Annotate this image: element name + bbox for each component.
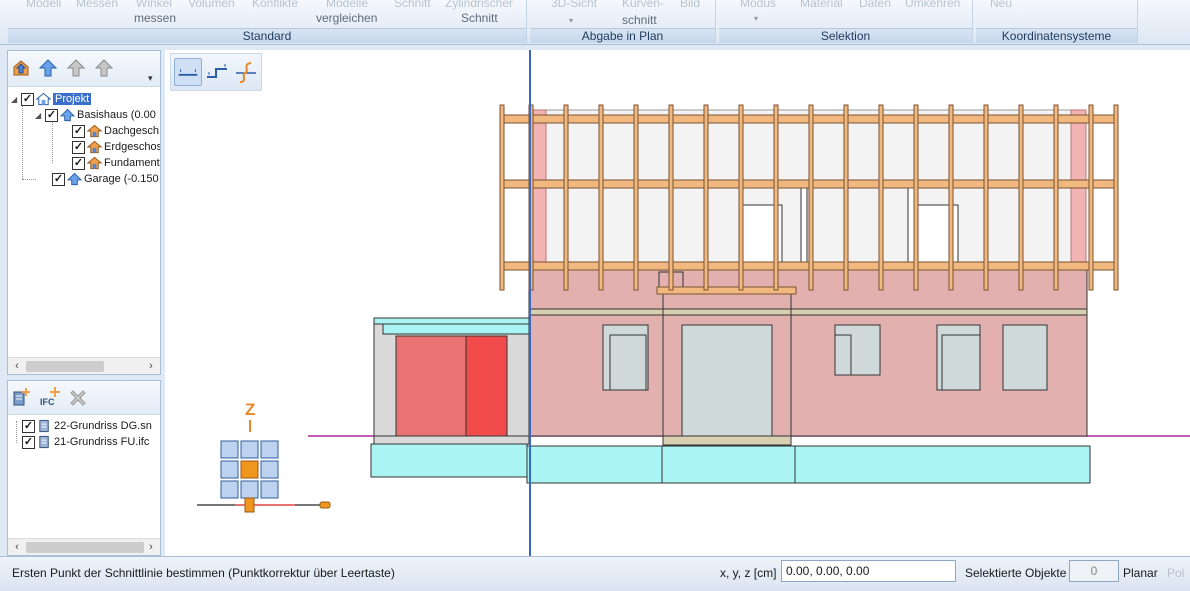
group-title-koordinaten: Koordinatensysteme	[976, 28, 1137, 43]
rafter	[563, 104, 569, 291]
group-selektion: Selektion	[719, 0, 973, 45]
view-cube[interactable]: Z	[195, 400, 335, 514]
plus-icon	[50, 387, 60, 397]
scroll-left-icon[interactable]: ‹	[9, 539, 25, 556]
group-koordinaten: Koordinatensysteme	[976, 0, 1138, 45]
tree-item-erdgeschoss[interactable]: ✓ Erdgeschos	[72, 139, 160, 155]
file-item[interactable]: ✓ 22-Grundriss DG.sn	[22, 418, 152, 434]
tree-label[interactable]: Basishaus (0.00	[77, 109, 156, 121]
arrow-up-blue-icon[interactable]	[38, 58, 58, 78]
rafter	[668, 104, 674, 291]
refresh-house-icon[interactable]	[11, 58, 31, 78]
structure-hscrollbar[interactable]: ‹ ›	[8, 357, 160, 374]
status-bar: Ersten Punkt der Schnittlinie bestimmen …	[0, 556, 1190, 591]
rafter	[633, 104, 639, 291]
tree-expander-icon[interactable]: ◢	[35, 111, 45, 120]
rafter	[913, 104, 919, 291]
group-title-abgabe: Abgabe in Plan	[530, 28, 715, 43]
tree-item-basishaus[interactable]: ◢ ✓ Basishaus (0.00	[35, 107, 156, 123]
coord-input[interactable]: 0.00, 0.00, 0.00	[781, 560, 956, 582]
rafter	[843, 104, 849, 291]
tree-label[interactable]: Erdgeschos	[104, 141, 160, 153]
file-checkbox[interactable]: ✓	[22, 419, 35, 433]
rafter	[1113, 104, 1119, 291]
planar-toggle[interactable]: Planar	[1123, 566, 1158, 580]
arrow-up-gray-icon[interactable]	[66, 58, 86, 78]
tree-item-dachgeschoss[interactable]: ✓ Dachgesch	[72, 123, 159, 139]
ribbon: Modell Messen Winkel Volumen Konflikte M…	[0, 0, 1190, 45]
storey-icon	[87, 140, 102, 154]
group-title-standard: Standard	[8, 28, 526, 43]
tree-label[interactable]: Dachgesch	[104, 125, 159, 137]
tree-label[interactable]: Projekt	[53, 93, 92, 105]
tree-label[interactable]: Garage (-0.150	[84, 173, 159, 185]
group-abgabe: Abgabe in Plan	[530, 0, 716, 45]
model-viewport[interactable]: Z	[165, 50, 1190, 556]
add-file-icon[interactable]	[11, 387, 31, 407]
scroll-left-icon[interactable]: ‹	[9, 358, 25, 375]
storey-icon	[87, 124, 102, 138]
rafter	[598, 104, 604, 291]
storey-icon	[87, 156, 102, 170]
building-arrow-icon	[60, 108, 75, 122]
files-hscrollbar[interactable]: ‹ ›	[8, 538, 160, 555]
tree-item-fundament[interactable]: ✓ Fundament	[72, 155, 160, 171]
garage	[370, 317, 530, 478]
scroll-thumb[interactable]	[26, 361, 104, 372]
building-arrow-icon	[67, 172, 82, 186]
tree-checkbox[interactable]: ✓	[45, 108, 58, 122]
files-tree: ✓ 22-Grundriss DG.sn ✓ 21-Grundriss FU.i…	[8, 417, 160, 537]
rafter	[808, 104, 814, 291]
project-house-icon	[36, 92, 51, 106]
group-standard: Standard	[8, 0, 527, 45]
scroll-thumb[interactable]	[26, 542, 144, 553]
house-walls	[526, 262, 1091, 484]
delete-x-icon[interactable]	[68, 388, 88, 408]
tree-checkbox[interactable]: ✓	[72, 156, 85, 170]
tree-item-projekt[interactable]: ◢ ✓ Projekt	[11, 91, 92, 107]
file-icon	[39, 435, 49, 449]
tree-checkbox[interactable]: ✓	[72, 124, 85, 138]
tree-checkbox[interactable]: ✓	[52, 172, 65, 186]
tree-checkbox[interactable]: ✓	[72, 140, 85, 154]
rafter	[773, 104, 779, 291]
tree-label[interactable]: Fundament	[104, 157, 160, 169]
structure-tree: ◢ ✓ Projekt ◢ ✓ Basishaus (0.00 ✓ Dachge…	[8, 89, 160, 357]
file-checkbox[interactable]: ✓	[22, 435, 35, 449]
rafter	[948, 104, 954, 291]
file-label[interactable]: 22-Grundriss DG.sn	[54, 420, 152, 432]
status-message: Ersten Punkt der Schnittlinie bestimmen …	[12, 566, 395, 580]
selected-objects-label: Selektierte Objekte	[965, 566, 1067, 580]
tree-expander-icon[interactable]: ◢	[11, 95, 21, 104]
scroll-right-icon[interactable]: ›	[143, 539, 159, 556]
polar-toggle[interactable]: Pol	[1167, 566, 1184, 580]
file-label[interactable]: 21-Grundriss FU.ifc	[54, 436, 149, 448]
ifc-label: IFC	[40, 397, 55, 407]
rafter	[878, 104, 884, 291]
rafter	[1088, 104, 1094, 291]
group-title-selektion: Selektion	[719, 28, 972, 43]
files-panel: IFC ✓ 22-Grundriss DG.sn ✓ 21-Grundriss …	[7, 380, 161, 556]
arrow-up-gray-2-icon[interactable]	[94, 58, 114, 78]
rafter	[1018, 104, 1024, 291]
structure-panel: ▾ ◢ ✓ Projekt ◢ ✓ Basishaus (0.00 ✓ Dach…	[7, 50, 161, 375]
rafter	[738, 104, 744, 291]
rafter	[983, 104, 989, 291]
structure-toolbar: ▾	[8, 51, 160, 87]
toolbar-overflow-icon[interactable]: ▾	[148, 73, 153, 84]
add-ifc-button[interactable]: IFC	[38, 387, 62, 409]
rafter	[499, 104, 505, 291]
coord-label: x, y, z [cm]	[720, 566, 777, 580]
tree-checkbox[interactable]: ✓	[21, 92, 34, 106]
rafter	[1053, 104, 1059, 291]
file-item[interactable]: ✓ 21-Grundriss FU.ifc	[22, 434, 149, 450]
files-toolbar: IFC	[8, 381, 160, 415]
scroll-right-icon[interactable]: ›	[143, 358, 159, 375]
view-cube-icon[interactable]	[195, 404, 335, 514]
tree-item-garage[interactable]: ✓ Garage (-0.150	[52, 171, 159, 187]
rafter	[703, 104, 709, 291]
selected-objects-count: 0	[1069, 560, 1119, 582]
file-icon	[39, 419, 49, 433]
